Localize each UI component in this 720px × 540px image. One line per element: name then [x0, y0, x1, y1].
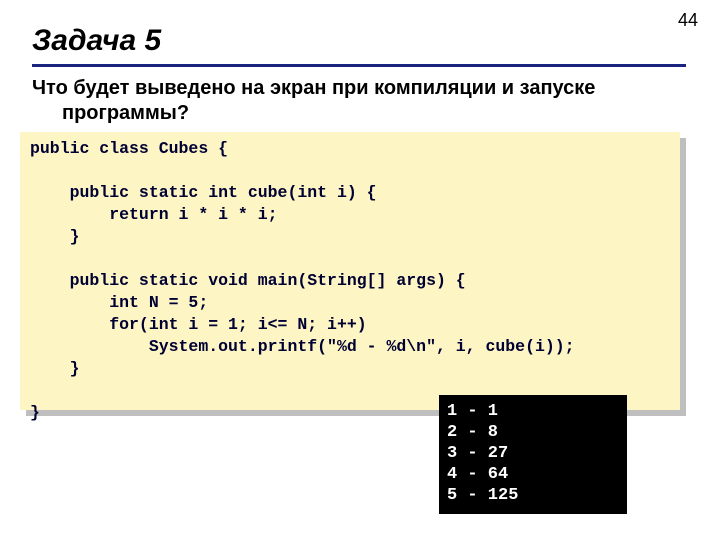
- slide-title: Задача 5: [32, 24, 161, 58]
- question-line-1: Что будет выведено на экран при компиляц…: [32, 77, 595, 99]
- slide: 44 Задача 5 Что будет выведено на экран …: [0, 0, 720, 540]
- title-underline: [32, 64, 686, 67]
- code-listing: public class Cubes { public static int c…: [30, 138, 670, 424]
- question-text: Что будет выведено на экран при компиляц…: [32, 76, 686, 126]
- page-number: 44: [678, 10, 698, 31]
- question-line-2: программы?: [32, 101, 686, 126]
- output-listing: 1 - 1 2 - 8 3 - 27 4 - 64 5 - 125: [447, 401, 619, 506]
- code-box: public class Cubes { public static int c…: [20, 132, 680, 410]
- output-box: 1 - 1 2 - 8 3 - 27 4 - 64 5 - 125: [439, 395, 627, 514]
